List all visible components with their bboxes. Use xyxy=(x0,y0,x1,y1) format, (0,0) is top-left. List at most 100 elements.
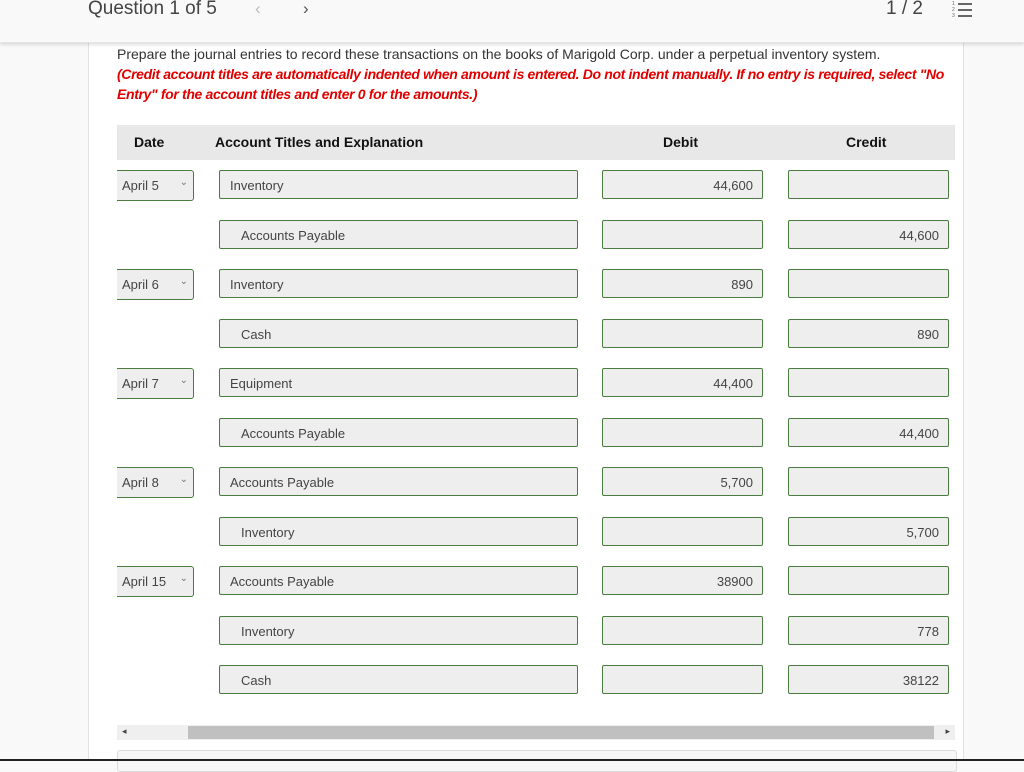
debit-input[interactable]: 44,600 xyxy=(602,170,763,199)
account-title-input[interactable]: Equipment xyxy=(219,368,578,397)
table-row: Accounts Payable 44,400 xyxy=(117,418,955,449)
date-value: April 8 xyxy=(122,475,159,490)
credit-input[interactable]: 5,700 xyxy=(788,517,949,546)
debit-input[interactable]: 5,700 xyxy=(602,467,763,496)
credit-value: 5,700 xyxy=(906,525,939,540)
table-row: April 8 ⌄ Accounts Payable 5,700 xyxy=(117,467,955,498)
account-title-value: Accounts Payable xyxy=(230,574,335,589)
account-title-input[interactable]: Accounts Payable xyxy=(219,467,578,496)
table-row: Inventory 778 xyxy=(117,616,955,647)
credit-value: 44,400 xyxy=(899,426,939,441)
account-title-value: Accounts Payable xyxy=(241,228,346,243)
date-select[interactable]: April 6 ⌄ xyxy=(117,269,194,300)
account-title-input[interactable]: Inventory xyxy=(219,269,578,298)
debit-input[interactable] xyxy=(602,418,763,447)
credit-input[interactable]: 44,600 xyxy=(788,220,949,249)
chevron-left-icon[interactable]: ‹ xyxy=(255,0,261,19)
credit-input[interactable] xyxy=(788,566,949,595)
debit-input[interactable] xyxy=(602,616,763,645)
credit-input[interactable]: 44,400 xyxy=(788,418,949,447)
next-section-box xyxy=(117,750,957,772)
date-value: April 6 xyxy=(122,277,159,292)
table-row: April 5 ⌄ Inventory 44,600 xyxy=(117,170,955,201)
credit-input[interactable] xyxy=(788,467,949,496)
account-title-input[interactable]: Cash xyxy=(219,665,578,694)
debit-value: 38900 xyxy=(716,574,753,589)
account-title-input[interactable]: Accounts Payable xyxy=(219,566,578,595)
date-select[interactable]: April 7 ⌄ xyxy=(117,368,194,399)
account-title-value: Inventory xyxy=(241,624,295,639)
credit-value: 778 xyxy=(917,624,939,639)
debit-value: 44,400 xyxy=(713,376,753,391)
top-bar: Question 1 of 5 ‹ › 1 / 2 1 2 3 xyxy=(0,0,1024,43)
debit-value: 44,600 xyxy=(713,178,753,193)
debit-input[interactable] xyxy=(602,665,763,694)
credit-value: 44,600 xyxy=(899,228,939,243)
credit-input[interactable] xyxy=(788,269,949,298)
prompt-instruction: (Credit account titles are automatically… xyxy=(117,66,944,102)
debit-input[interactable]: 44,400 xyxy=(602,368,763,397)
account-title-value: Cash xyxy=(241,327,272,342)
question-counter: Question 1 of 5 xyxy=(88,0,217,19)
credit-value: 38122 xyxy=(902,673,939,688)
account-title-input[interactable]: Accounts Payable xyxy=(219,220,578,249)
table-row: Accounts Payable 44,600 xyxy=(117,220,955,251)
date-select[interactable]: April 8 ⌄ xyxy=(117,467,194,498)
date-select[interactable]: April 15 ⌄ xyxy=(117,566,194,597)
table-row: April 15 ⌄ Accounts Payable 38900 xyxy=(117,566,955,597)
table-row: Cash 38122 xyxy=(117,665,955,696)
credit-input[interactable]: 778 xyxy=(788,616,949,645)
table-row: April 6 ⌄ Inventory 890 xyxy=(117,269,955,300)
date-value: April 5 xyxy=(122,178,159,193)
chevron-down-icon: ⌄ xyxy=(179,573,188,584)
account-title-input[interactable]: Accounts Payable xyxy=(219,418,578,447)
header-debit: Debit xyxy=(663,134,698,150)
chevron-right-icon[interactable]: › xyxy=(303,0,309,19)
debit-value: 890 xyxy=(731,277,753,292)
scrollbar-thumb[interactable] xyxy=(188,726,934,739)
account-title-value: Equipment xyxy=(230,376,293,391)
scroll-left-icon[interactable]: ◂ xyxy=(122,726,127,737)
table-row: April 7 ⌄ Equipment 44,400 xyxy=(117,368,955,399)
account-title-value: Inventory xyxy=(241,525,295,540)
numbered-list-icon[interactable]: 1 2 3 xyxy=(952,2,972,19)
chevron-down-icon: ⌄ xyxy=(179,276,188,287)
date-value: April 7 xyxy=(122,376,159,391)
date-value: April 15 xyxy=(122,574,167,589)
table-row: Cash 890 xyxy=(117,319,955,350)
account-title-value: Inventory xyxy=(230,277,284,292)
horizontal-scrollbar[interactable]: ◂ ▸ xyxy=(117,725,955,740)
chevron-down-icon: ⌄ xyxy=(179,375,188,386)
prompt-text: Prepare the journal entries to record th… xyxy=(117,46,881,62)
account-title-value: Cash xyxy=(241,673,272,688)
debit-input[interactable] xyxy=(602,319,763,348)
debit-input[interactable]: 890 xyxy=(602,269,763,298)
credit-input[interactable]: 38122 xyxy=(788,665,949,694)
table-header: Date Account Titles and Explanation Debi… xyxy=(117,125,955,160)
debit-input[interactable]: 38900 xyxy=(602,566,763,595)
account-title-input[interactable]: Inventory xyxy=(219,616,578,645)
credit-value: 890 xyxy=(917,327,939,342)
account-title-value: Inventory xyxy=(230,178,284,193)
account-title-value: Accounts Payable xyxy=(241,426,346,441)
credit-input[interactable] xyxy=(788,170,949,199)
account-title-input[interactable]: Cash xyxy=(219,319,578,348)
debit-input[interactable] xyxy=(602,517,763,546)
page-indicator: 1 / 2 xyxy=(886,0,923,19)
account-title-input[interactable]: Inventory xyxy=(219,517,578,546)
chevron-down-icon: ⌄ xyxy=(179,474,188,485)
table-row: Inventory 5,700 xyxy=(117,517,955,548)
scroll-right-icon[interactable]: ▸ xyxy=(945,726,950,737)
debit-value: 5,700 xyxy=(720,475,753,490)
credit-input[interactable] xyxy=(788,368,949,397)
date-select[interactable]: April 5 ⌄ xyxy=(117,170,194,201)
header-account: Account Titles and Explanation xyxy=(215,134,424,150)
header-credit: Credit xyxy=(846,134,887,150)
question-prompt: Prepare the journal entries to record th… xyxy=(117,44,957,104)
debit-input[interactable] xyxy=(602,220,763,249)
credit-input[interactable]: 890 xyxy=(788,319,949,348)
question-panel: Prepare the journal entries to record th… xyxy=(88,42,964,772)
account-title-input[interactable]: Inventory xyxy=(219,170,578,199)
header-date: Date xyxy=(134,134,165,150)
chevron-down-icon: ⌄ xyxy=(179,177,188,188)
